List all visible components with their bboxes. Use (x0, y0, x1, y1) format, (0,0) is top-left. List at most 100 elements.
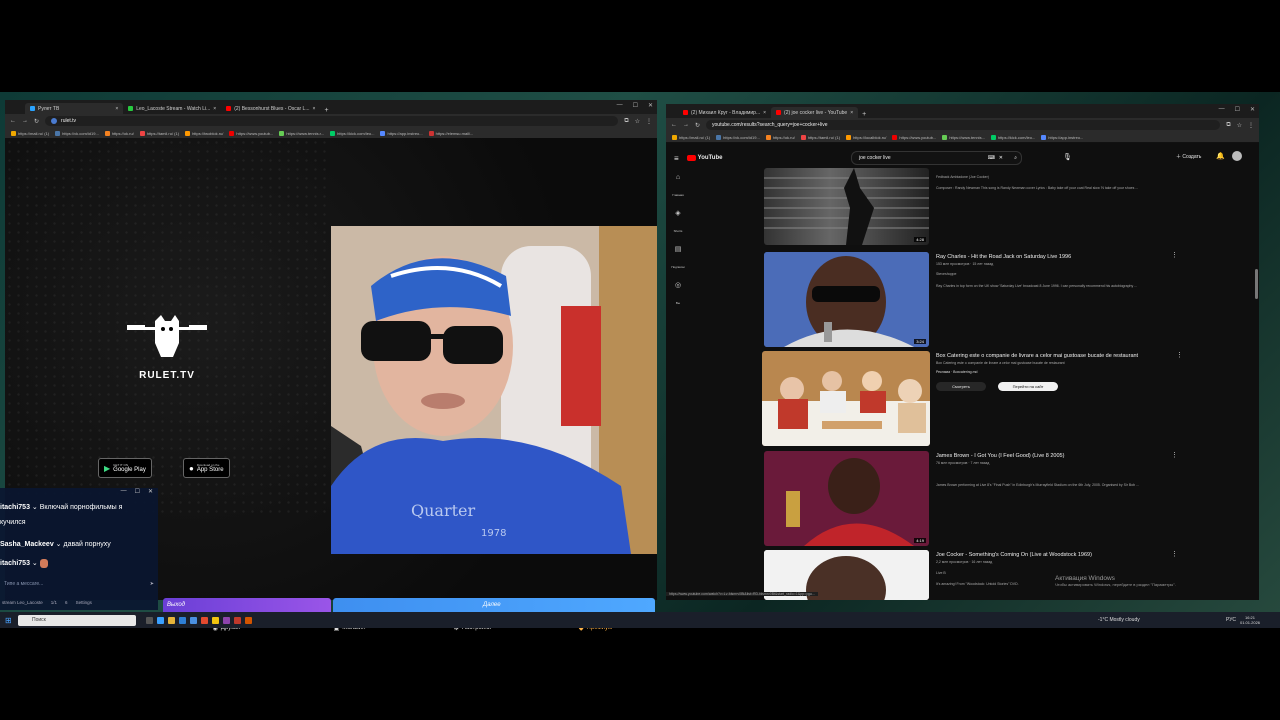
bookmark-item[interactable]: https://vk.com/id19... (55, 130, 99, 136)
notifications-icon[interactable]: 🔔 (1216, 152, 1225, 160)
rulet-logo[interactable]: RULET.TV (125, 313, 209, 381)
right-tab-1[interactable]: (2) Михаил Круг - Владимир... × (678, 107, 771, 118)
left-tab-2[interactable]: Leo_Lacoste Stream - Watch Li... × (123, 103, 221, 114)
app-icon[interactable] (245, 616, 252, 624)
bookmark-item[interactable]: https://www.youtub... (229, 130, 273, 136)
bookmark-item[interactable]: https://www.youtub... (892, 134, 936, 140)
youtube-search-input[interactable]: joe cocker live ⌨ ✕ ⌕ (851, 151, 1022, 165)
left-tab-3[interactable]: (2) Bessonhurst Blues - Oscar L... × (221, 103, 320, 114)
video-thumbnail[interactable]: 4:19 (764, 451, 929, 546)
sidebar-item-shorts[interactable]: ◈ Shorts (666, 209, 690, 233)
task-view-icon[interactable] (146, 616, 153, 624)
ad-thumbnail[interactable] (762, 351, 930, 446)
chat-nick[interactable]: Sasha_Mackeev (0, 541, 54, 548)
menu-icon[interactable]: ⋮ (1248, 122, 1254, 129)
minimize-icon[interactable]: — (1219, 106, 1225, 113)
bookmark-item[interactable]: https://mail.ru/ (1) (672, 134, 710, 140)
forward-icon[interactable]: → (683, 122, 689, 128)
bookmark-item[interactable]: https://twoblok.ru/ (185, 130, 223, 136)
bookmark-item[interactable]: https://mail.ru/ (1) (11, 130, 49, 136)
chrome-icon[interactable] (212, 616, 219, 624)
create-button[interactable]: ＋ Создать (1176, 153, 1201, 160)
bookmark-item[interactable]: https://www.tennis... (942, 134, 985, 140)
more-actions-icon[interactable]: ⋮ (1176, 351, 1183, 359)
obs-icon[interactable] (223, 616, 230, 624)
back-icon[interactable]: ← (671, 122, 677, 128)
video-thumbnail[interactable]: 4:28 (764, 168, 929, 245)
scrollbar-thumb[interactable] (1255, 269, 1258, 299)
minimize-icon[interactable]: — (121, 488, 127, 497)
bookmark-item[interactable]: https://www.tennis.r... (279, 130, 324, 136)
send-icon[interactable]: ➤ (150, 581, 154, 587)
more-actions-icon[interactable]: ⋮ (1171, 451, 1178, 459)
youtube-logo[interactable]: YouTube (686, 155, 722, 161)
bookmark-item[interactable]: https://app.instreo... (380, 130, 423, 136)
clear-icon[interactable]: ✕ (999, 155, 1003, 161)
bookmark-star-icon[interactable]: ☆ (1237, 122, 1242, 129)
language-indicator[interactable]: РУС (1226, 617, 1236, 623)
bookmark-item[interactable]: https://kick.com/leo... (330, 130, 374, 136)
search-icon[interactable]: ⌕ (1014, 155, 1017, 161)
store-icon[interactable] (179, 616, 186, 624)
close-icon[interactable]: ✕ (1250, 106, 1255, 113)
edge-icon[interactable] (157, 616, 164, 624)
file-explorer-icon[interactable] (168, 616, 175, 624)
video-title[interactable]: James Brown - I Got You (I Feel Good) (L… (936, 453, 1064, 459)
channel-name[interactable]: Fedback Ambiadone (Joe Cocker) (936, 175, 989, 179)
sidebar-item-home[interactable]: ⌂ Главная (666, 174, 690, 197)
extensions-icon[interactable]: ⧉ (624, 118, 628, 125)
mic-icon[interactable]: 🎙 (1063, 153, 1072, 161)
extensions-icon[interactable]: ⧉ (1226, 122, 1230, 129)
bookmark-item[interactable]: https://tamil.ru/ (1) (139, 130, 179, 136)
yandex-icon[interactable] (234, 616, 241, 624)
windows-start-icon[interactable]: ⊞ (5, 616, 12, 625)
new-tab-button[interactable]: + (324, 107, 328, 114)
google-play-button[interactable]: ▶ GET IT ON Google Play (98, 458, 152, 478)
video-title[interactable]: Joe Cocker - Something's Coming On (Live… (936, 552, 1092, 558)
taskbar-search[interactable]: Поиск (18, 614, 136, 626)
video-thumbnail[interactable]: 3:24 (764, 252, 929, 347)
watch-button[interactable]: Смотреть (936, 382, 986, 391)
telegram-icon[interactable] (190, 616, 197, 624)
bookmark-item[interactable]: https://vk.com/id19... (716, 134, 760, 140)
maximize-icon[interactable]: ☐ (633, 102, 638, 109)
bookmark-item[interactable]: https://kick.com/leo... (990, 134, 1035, 140)
avatar[interactable] (1232, 151, 1242, 161)
app-store-button[interactable]: ● Download on the App Store (183, 458, 230, 478)
bookmark-item[interactable]: https://ok.ru/ (765, 134, 795, 140)
bookmark-item[interactable]: https://app.instreo... (1041, 134, 1083, 140)
keyboard-icon[interactable]: ⌨ (988, 155, 995, 161)
left-tab-1[interactable]: Рулет ТВ × (25, 103, 124, 114)
visit-site-button[interactable]: Перейти на сайт (998, 382, 1058, 391)
weather-widget[interactable]: -1°C Mostly cloudy (1098, 617, 1140, 623)
right-tab-2[interactable]: (2) joe cocker live - YouTube × (771, 107, 859, 118)
url-input[interactable]: youtube.com/results?search_query=joe+coc… (706, 120, 1221, 130)
more-actions-icon[interactable]: ⋮ (1171, 550, 1178, 558)
maximize-icon[interactable]: ☐ (135, 488, 140, 497)
new-tab-button[interactable]: + (862, 111, 866, 118)
chat-input[interactable]: Типе а мессаге... ➤ (4, 581, 154, 591)
bookmark-item[interactable]: https://elemsu.mail/... (428, 130, 473, 136)
bookmark-item[interactable]: https://localblok.ru/ (846, 134, 886, 140)
minimize-icon[interactable]: — (617, 102, 623, 109)
chat-settings-button[interactable]: Settings (76, 600, 92, 605)
video-title[interactable]: Ray Charles - Hit the Road Jack on Satur… (936, 254, 1071, 260)
sidebar-item-you[interactable]: ◎ Вы (666, 281, 690, 305)
reload-icon[interactable]: ↻ (34, 118, 39, 125)
chat-nick[interactable]: itachi753 (0, 504, 30, 511)
more-actions-icon[interactable]: ⋮ (1171, 251, 1178, 259)
forward-icon[interactable]: → (22, 118, 28, 124)
maximize-icon[interactable]: ☐ (1235, 106, 1240, 113)
reload-icon[interactable]: ↻ (695, 122, 700, 129)
channel-name[interactable]: Live B (936, 571, 946, 575)
sidebar-item-subscriptions[interactable]: ▤ Подписки (666, 245, 690, 269)
url-input[interactable]: rulet.tv (45, 116, 619, 126)
close-icon[interactable]: ✕ (648, 102, 653, 109)
close-icon[interactable]: ✕ (148, 488, 153, 497)
bookmark-star-icon[interactable]: ☆ (635, 118, 640, 125)
menu-icon[interactable]: ⋮ (646, 118, 652, 125)
chat-nick[interactable]: itachi753 (0, 560, 30, 567)
ad-title[interactable]: Box Catering este o companie de livrare … (936, 353, 1138, 359)
back-icon[interactable]: ← (10, 118, 16, 124)
hamburger-icon[interactable]: ≡ (674, 154, 679, 163)
